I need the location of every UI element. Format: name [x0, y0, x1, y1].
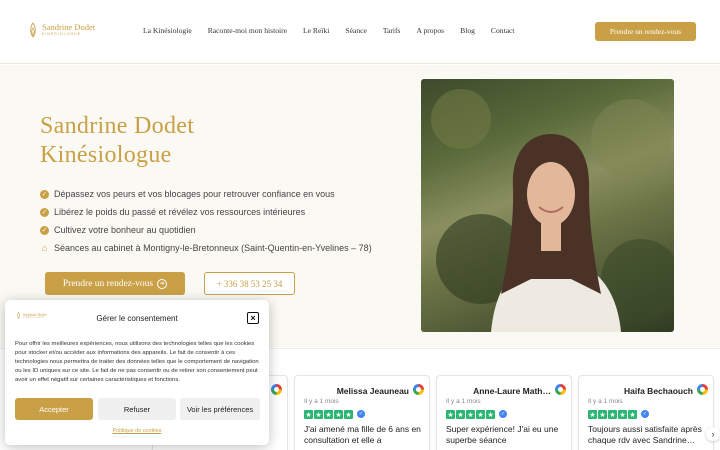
- site-logo[interactable]: Sandrine Dodet KINÉSIOLOGUE: [28, 22, 95, 38]
- review-card[interactable]: Haifa Bechaouch Il y a 1 mois ★ ★ ★ ★ ★ ✓ To…: [578, 375, 714, 450]
- verified-icon: ✓: [641, 410, 649, 418]
- rating-stars: ★ ★ ★ ★ ★ ✓: [588, 410, 649, 419]
- check-circle-icon: ✓: [40, 225, 49, 235]
- refuse-button[interactable]: Refuser: [98, 398, 176, 420]
- nav-item-reiki[interactable]: Le Reïki: [303, 26, 329, 35]
- bullet-text: Séances au cabinet à Montigny-le-Bretonn…: [54, 243, 372, 253]
- star-icon: ★: [314, 410, 323, 419]
- hero-title-role: Kinésiologue: [40, 142, 172, 168]
- house-icon: ⌂: [41, 243, 48, 253]
- review-date: Il y a 1 mois: [588, 398, 623, 405]
- consent-title: Gérer le consentement: [96, 314, 178, 323]
- bullet-item: ✓ Cultivez votre bonheur au quotidien: [40, 221, 372, 239]
- star-icon: ★: [344, 410, 353, 419]
- hero-title: Sandrine Dodet Kinésiologue: [40, 112, 194, 170]
- reviewer-name: Melissa Jeauneau: [336, 386, 409, 396]
- cookie-policy-link[interactable]: Politique de cookies: [5, 428, 269, 434]
- star-icon: ★: [628, 410, 637, 419]
- star-icon: ★: [446, 410, 455, 419]
- review-date: Il y a 1 mois: [304, 398, 339, 405]
- hero-title-name: Sandrine Dodet: [40, 113, 195, 139]
- review-text: Toujours aussi satisfaite après chaque r…: [588, 424, 702, 445]
- review-date: Il y a 1 mois: [446, 398, 481, 405]
- phone-button[interactable]: + 336 38 53 25 34: [204, 272, 295, 295]
- site-header: Sandrine Dodet KINÉSIOLOGUE La Kinésiolo…: [0, 0, 720, 64]
- portrait-illustration: [431, 89, 674, 332]
- nav-item-seance[interactable]: Séance: [345, 26, 367, 35]
- review-text: J'ai amené ma fille de 6 ans en consulta…: [304, 424, 421, 445]
- bullet-item: ✓ Dépassez vos peurs et vos blocages pou…: [40, 185, 372, 203]
- nav-item-a-propos[interactable]: A propos: [417, 26, 445, 35]
- review-text: Super expérience! J'ai eu une superbe sé…: [446, 424, 559, 445]
- preferences-button[interactable]: Voir les préférences: [180, 398, 260, 420]
- logo-subtitle: KINÉSIOLOGUE: [42, 32, 82, 36]
- star-icon: ★: [476, 410, 485, 419]
- google-icon: [271, 384, 282, 395]
- bullet-text: Cultivez votre bonheur au quotidien: [54, 225, 196, 235]
- main-nav: La Kinésiologie Raconte-moi mon histoire…: [143, 26, 515, 35]
- bullet-text: Dépassez vos peurs et vos blocages pour …: [54, 189, 335, 199]
- reviews-next-button[interactable]: ›: [706, 427, 720, 441]
- nav-item-blog[interactable]: Blog: [460, 26, 475, 35]
- star-icon: ★: [608, 410, 617, 419]
- reviewer-name: Haifa Bechaouch: [624, 386, 693, 396]
- verified-icon: ✓: [357, 410, 365, 418]
- cookie-consent-dialog: Sandrine Dodet KINÉSIOLOGUE Gérer le con…: [5, 300, 269, 445]
- star-icon: ★: [456, 410, 465, 419]
- star-icon: ★: [598, 410, 607, 419]
- close-icon[interactable]: ×: [247, 312, 259, 324]
- portrait-photo: [421, 79, 674, 332]
- nav-item-tarifs[interactable]: Tarifs: [383, 26, 401, 35]
- reviewer-name: Anne-Laure Math…: [473, 386, 551, 396]
- nav-item-raconte-moi[interactable]: Raconte-moi mon histoire: [208, 26, 287, 35]
- star-icon: ★: [324, 410, 333, 419]
- rating-stars: ★ ★ ★ ★ ★ ✓: [304, 410, 365, 419]
- accept-button[interactable]: Accepter: [15, 398, 93, 420]
- check-circle-icon: ✓: [40, 207, 49, 217]
- star-icon: ★: [334, 410, 343, 419]
- check-circle-icon: ✓: [40, 189, 49, 199]
- google-icon: [413, 384, 424, 395]
- chevron-right-icon: ›: [711, 429, 715, 439]
- nav-item-kinesiologie[interactable]: La Kinésiologie: [143, 26, 192, 35]
- lotus-icon: [30, 22, 36, 38]
- logo-name: Sandrine Dodet: [42, 22, 96, 32]
- verified-icon: ✓: [499, 410, 507, 418]
- review-card[interactable]: Melissa Jeauneau Il y a 1 mois ★ ★ ★ ★ ★ ✓ J…: [294, 375, 430, 450]
- review-card[interactable]: Anne-Laure Math… Il y a 1 mois ★ ★ ★ ★ ★ ✓ S…: [436, 375, 572, 450]
- consent-text: Pour offrir les meilleures expériences, …: [15, 341, 259, 383]
- star-icon: ★: [588, 410, 597, 419]
- google-icon: [697, 384, 708, 395]
- bullet-text: Libérez le poids du passé et révélez vos…: [54, 207, 306, 217]
- hero-appointment-label: Prendre un rendez-vous: [62, 278, 154, 289]
- header-appointment-button[interactable]: Prendre un rendez-vous: [595, 22, 696, 41]
- bullet-item: ⌂ Séances au cabinet à Montigny-le-Breto…: [40, 239, 372, 257]
- nav-item-contact[interactable]: Contact: [491, 26, 515, 35]
- rating-stars: ★ ★ ★ ★ ★ ✓: [446, 410, 507, 419]
- star-icon: ★: [304, 410, 313, 419]
- arrow-right-circle-icon: ➜: [157, 278, 168, 289]
- hero-bullets: ✓ Dépassez vos peurs et vos blocages pou…: [40, 185, 372, 257]
- bullet-item: ✓ Libérez le poids du passé et révélez v…: [40, 203, 372, 221]
- star-icon: ★: [486, 410, 495, 419]
- hero-appointment-button[interactable]: Prendre un rendez-vous ➜: [45, 272, 185, 295]
- star-icon: ★: [618, 410, 627, 419]
- google-icon: [555, 384, 566, 395]
- star-icon: ★: [466, 410, 475, 419]
